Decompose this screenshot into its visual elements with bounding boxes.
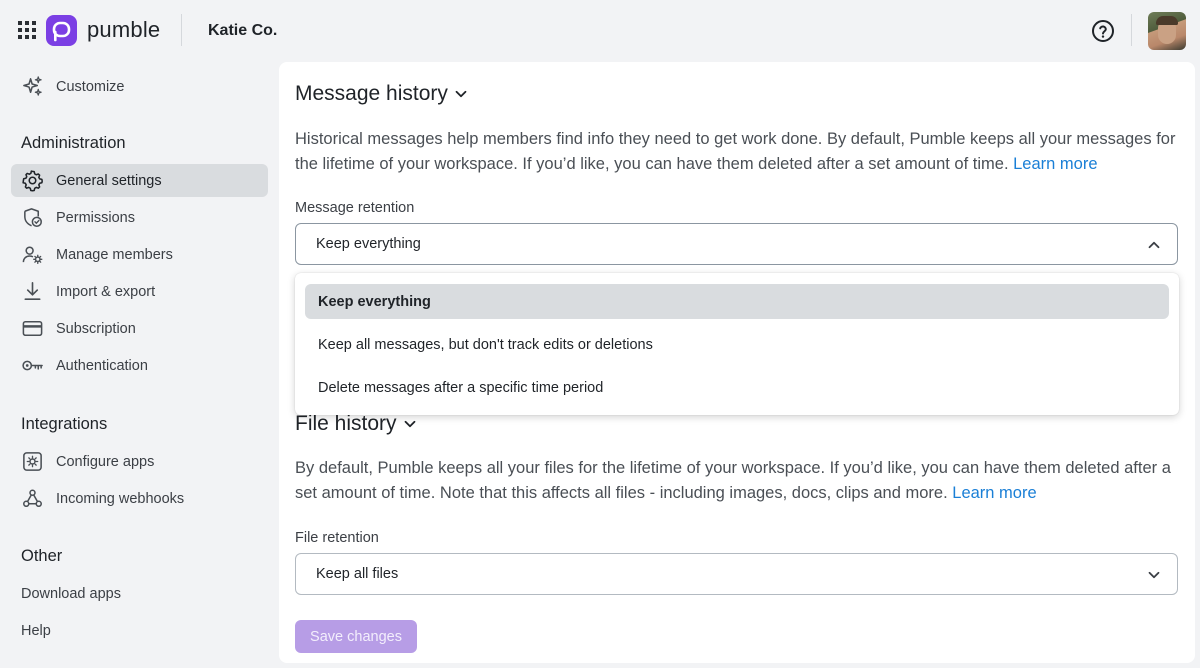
configure-apps-icon [23, 452, 42, 471]
sidebar-item-customize[interactable]: Customize [11, 70, 268, 103]
pumble-logo[interactable] [46, 15, 77, 46]
top-bar: pumble Katie Co. [0, 0, 1200, 62]
chevron-down-icon [455, 90, 467, 98]
sidebar-item-authentication[interactable]: Authentication [11, 349, 268, 382]
divider [1131, 14, 1132, 46]
file-retention-select[interactable]: Keep all files [295, 553, 1178, 595]
key-icon [22, 360, 43, 371]
file-history-description: By default, Pumble keeps all your files … [295, 459, 1171, 502]
other-heading: Other [21, 547, 63, 565]
sidebar: Customize Administration General setting… [0, 62, 278, 668]
credit-card-icon [22, 321, 43, 336]
retention-option[interactable]: Keep all messages, but don't track edits… [305, 327, 1169, 362]
sidebar-item-download-apps[interactable]: Download apps [11, 577, 268, 610]
manage-members-icon [22, 246, 43, 264]
sidebar-item-label: Authentication [56, 358, 148, 374]
settings-panel: Message history Historical messages help… [279, 62, 1195, 663]
sidebar-item-label: Manage members [56, 247, 173, 263]
file-retention-value: Keep all files [316, 566, 399, 582]
sidebar-item-import-export[interactable]: Import & export [11, 275, 268, 308]
apps-grid-icon[interactable] [18, 21, 36, 39]
sidebar-item-label: Download apps [21, 586, 121, 602]
message-history-title: Message history [295, 82, 448, 105]
sidebar-item-general-settings[interactable]: General settings [11, 164, 268, 197]
sidebar-item-label: Help [21, 623, 51, 639]
save-changes-button[interactable]: Save changes [295, 620, 417, 653]
chevron-down-icon [404, 420, 415, 428]
sidebar-item-permissions[interactable]: Permissions [11, 201, 268, 234]
message-retention-label: Message retention [295, 200, 415, 216]
message-retention-select[interactable]: Keep everything [295, 223, 1178, 265]
sidebar-item-label: Incoming webhooks [56, 491, 185, 507]
message-history-learn-more-link[interactable]: Learn more [1013, 155, 1097, 173]
sidebar-item-label: Import & export [56, 284, 156, 300]
sidebar-item-label: Configure apps [56, 454, 155, 470]
message-history-description: Historical messages help members find in… [295, 130, 1176, 173]
retention-option[interactable]: Keep everything [305, 284, 1169, 319]
help-icon[interactable] [1091, 19, 1115, 43]
user-avatar[interactable] [1148, 12, 1186, 50]
file-history-toggle[interactable]: File history [295, 412, 417, 436]
administration-heading: Administration [21, 134, 126, 152]
chevron-down-icon [1148, 571, 1160, 579]
file-history-learn-more-link[interactable]: Learn more [952, 484, 1036, 502]
brand-name: pumble [87, 17, 161, 42]
permissions-icon [24, 208, 42, 227]
file-retention-label: File retention [295, 530, 379, 546]
divider [181, 14, 182, 46]
sidebar-item-label: General settings [56, 173, 162, 189]
gear-icon [22, 170, 43, 192]
integrations-heading: Integrations [21, 415, 108, 433]
sidebar-item-help[interactable]: Help [11, 614, 268, 647]
chevron-up-icon [1148, 241, 1160, 249]
message-retention-value: Keep everything [316, 236, 421, 252]
sidebar-item-configure-apps[interactable]: Configure apps [11, 445, 268, 478]
message-retention-dropdown: Keep everything Keep all messages, but d… [295, 273, 1179, 415]
file-history-title: File history [295, 412, 397, 435]
workspace-name[interactable]: Katie Co. [208, 22, 277, 40]
sidebar-item-subscription[interactable]: Subscription [11, 312, 268, 345]
sparkles-icon [23, 76, 42, 96]
sidebar-item-label: Permissions [56, 210, 135, 226]
sidebar-item-label: Subscription [56, 321, 136, 337]
download-icon [24, 282, 41, 300]
sidebar-item-manage-members[interactable]: Manage members [11, 238, 268, 271]
sidebar-item-incoming-webhooks[interactable]: Incoming webhooks [11, 482, 268, 515]
retention-option[interactable]: Delete messages after a specific time pe… [305, 370, 1169, 405]
message-history-toggle[interactable]: Message history [295, 82, 468, 106]
sidebar-item-label: Customize [56, 79, 125, 95]
webhooks-icon [23, 489, 42, 508]
